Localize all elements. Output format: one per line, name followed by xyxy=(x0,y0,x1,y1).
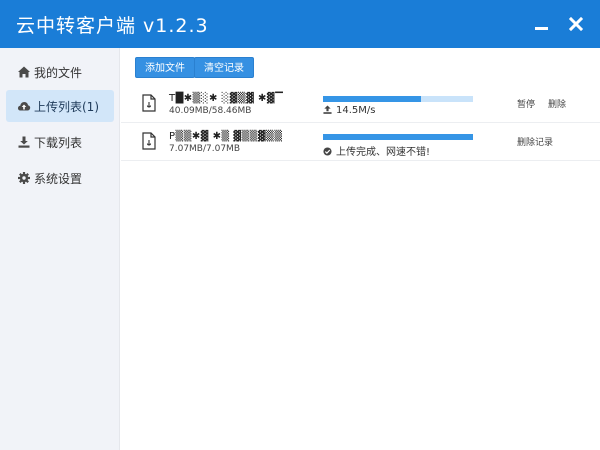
add-file-button[interactable]: 添加文件 xyxy=(135,57,195,78)
sidebar-item-label: 系统设置 xyxy=(34,172,83,186)
upload-status-text: 上传完成、网速不错! xyxy=(336,147,431,158)
minimize-button[interactable] xyxy=(529,12,553,36)
sidebar-item-my-files[interactable]: 我的文件 xyxy=(6,56,114,88)
close-button[interactable] xyxy=(564,12,588,36)
file-size: 7.07MB/7.07MB xyxy=(169,144,240,154)
cloud-upload-icon xyxy=(17,102,31,111)
file-name: P▒▒✱▓ ✱▒ ▓▒▒▓▒▒ xyxy=(169,131,283,142)
close-icon xyxy=(568,16,584,32)
sidebar-item-download-list[interactable]: 下载列表 xyxy=(6,126,114,158)
check-circle-icon xyxy=(323,147,332,156)
app-title: 云中转客户端 v1.2.3 xyxy=(16,15,209,37)
sidebar-item-upload-list[interactable]: 上传列表(1) xyxy=(6,90,114,122)
home-icon xyxy=(18,66,30,78)
file-size: 40.09MB/58.46MB xyxy=(169,106,252,116)
sidebar-item-label: 下载列表 xyxy=(34,136,83,150)
delete-record-link[interactable]: 删除记录 xyxy=(517,135,553,148)
upload-row: T█✱▒░✱ ░▓▒▓ ✱▓▔ 40.09MB/58.46MB 14.5M/s … xyxy=(121,85,600,123)
upload-speed-text: 14.5M/s xyxy=(336,105,376,116)
file-name: T█✱▒░✱ ░▓▒▓ ✱▓▔ xyxy=(169,93,284,104)
upload-row: P▒▒✱▓ ✱▒ ▓▒▒▓▒▒ 7.07MB/7.07MB 上传完成、网速不错!… xyxy=(121,123,600,161)
download-icon xyxy=(18,136,30,148)
upload-progress-fill xyxy=(323,134,473,140)
sidebar-item-label: 上传列表(1) xyxy=(34,100,99,114)
file-icon xyxy=(142,94,156,112)
delete-link[interactable]: 删除 xyxy=(548,97,566,110)
minimize-icon xyxy=(534,27,548,30)
pause-link[interactable]: 暂停 xyxy=(517,97,535,110)
upload-list-panel: 添加文件 清空记录 T█✱▒░✱ ░▓▒▓ ✱▓▔ 40.09MB/58.46M… xyxy=(121,48,600,450)
sidebar-item-label: 我的文件 xyxy=(34,66,83,80)
file-icon xyxy=(142,132,156,150)
upload-status: 上传完成、网速不错! xyxy=(323,143,430,158)
upload-progress-bar xyxy=(323,134,473,140)
title-bar: 云中转客户端 v1.2.3 xyxy=(0,0,600,48)
upload-progress-fill xyxy=(323,96,421,102)
sidebar: 我的文件 上传列表(1) 下载列表 系统设置 xyxy=(0,48,120,450)
sidebar-item-settings[interactable]: 系统设置 xyxy=(6,162,114,194)
clear-records-button[interactable]: 清空记录 xyxy=(194,57,254,78)
gear-icon xyxy=(18,172,30,184)
upload-speed: 14.5M/s xyxy=(323,105,375,116)
upload-icon xyxy=(323,105,332,114)
upload-progress-bar xyxy=(323,96,473,102)
